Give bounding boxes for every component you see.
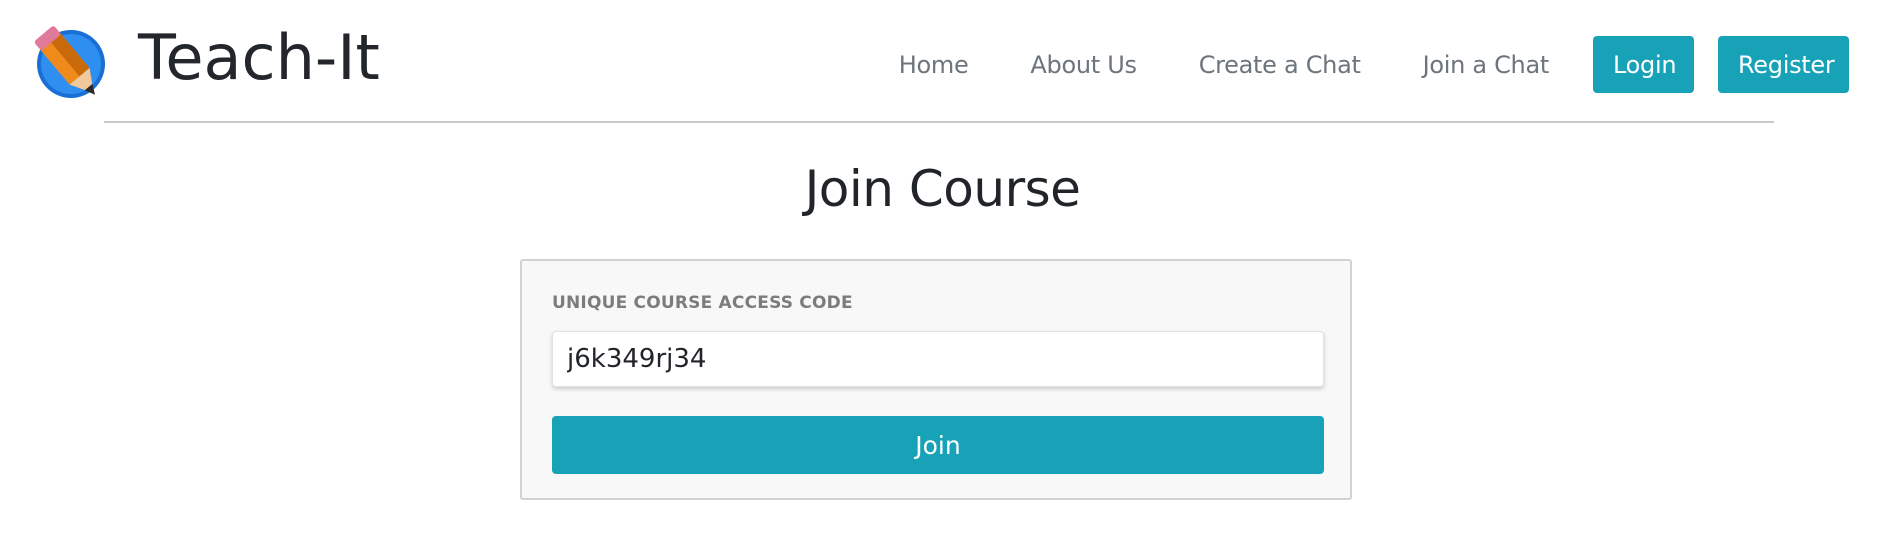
nav-link-create-chat[interactable]: Create a Chat [1199, 51, 1361, 79]
login-button[interactable]: Login [1593, 36, 1694, 93]
nav-link-join-chat[interactable]: Join a Chat [1423, 51, 1550, 79]
nav-link-home[interactable]: Home [899, 51, 969, 79]
nav-link-about-us[interactable]: About Us [1030, 51, 1137, 79]
navbar: Teach-It Home About Us Create a Chat Joi… [0, 0, 1885, 123]
main-nav: Home About Us Create a Chat Join a Chat … [899, 36, 1849, 93]
join-button[interactable]: Join [552, 416, 1324, 474]
pencil-logo-icon [34, 26, 105, 98]
brand-link[interactable]: Teach-It [27, 24, 380, 100]
join-course-form: UNIQUE COURSE ACCESS CODE Join [520, 259, 1352, 500]
access-code-input[interactable] [552, 331, 1324, 387]
header-divider [104, 121, 1774, 123]
page-title: Join Course [804, 160, 1081, 218]
brand-name: Teach-It [138, 21, 380, 94]
register-button[interactable]: Register [1718, 36, 1849, 93]
access-code-label: UNIQUE COURSE ACCESS CODE [552, 293, 853, 313]
